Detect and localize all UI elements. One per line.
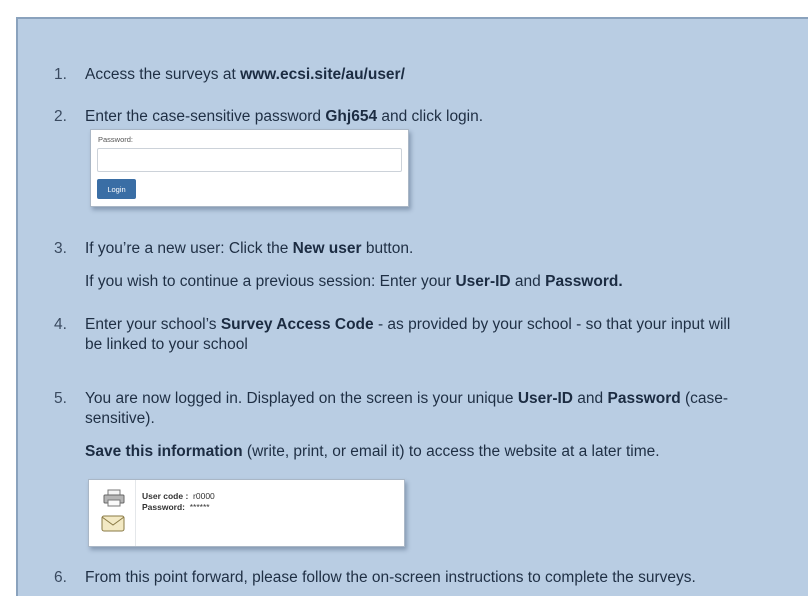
credentials-card-screenshot: User code : r0000 Password: ****** [88, 479, 405, 547]
password-input[interactable] [97, 148, 402, 172]
card-divider [135, 480, 136, 546]
step-text: be linked to your school [85, 336, 248, 353]
survey-password: Ghj654 [325, 108, 378, 125]
step-text: If you’re a new user: Click the New user… [85, 240, 414, 257]
step-number: 5. [54, 390, 67, 407]
new-user-label: New user [292, 240, 362, 257]
step-text: You are now logged in. Displayed on the … [85, 390, 729, 407]
step-text: Enter the case-sensitive password Ghj654… [85, 108, 484, 125]
step-number: 6. [54, 569, 67, 586]
survey-access-code-label: Survey Access Code [220, 316, 374, 333]
step-number: 3. [54, 240, 67, 257]
instructions-panel: 1. Access the surveys at www.ecsi.site/a… [16, 17, 808, 596]
step-text: If you wish to continue a previous sessi… [85, 273, 623, 290]
password-line: Password: ****** [142, 502, 210, 512]
password-label: Password: [98, 135, 134, 144]
step-text: Enter your school’s Survey Access Code -… [85, 316, 731, 333]
step-text: From this point forward, please follow t… [85, 569, 696, 586]
user-code-line: User code : r0000 [142, 491, 215, 501]
step-number: 2. [54, 108, 67, 125]
step-text: sensitive). [85, 410, 155, 427]
login-button[interactable]: Login [97, 179, 136, 199]
step-number: 4. [54, 316, 67, 333]
step-number: 1. [54, 66, 67, 83]
step-text: Save this information (write, print, or … [85, 443, 660, 460]
step-text: Access the surveys at www.ecsi.site/au/u… [85, 66, 405, 83]
email-icon [101, 513, 125, 533]
survey-url: www.ecsi.site/au/user/ [240, 66, 405, 83]
printer-icon [103, 489, 125, 507]
login-card-screenshot: Password: Login [90, 129, 409, 207]
